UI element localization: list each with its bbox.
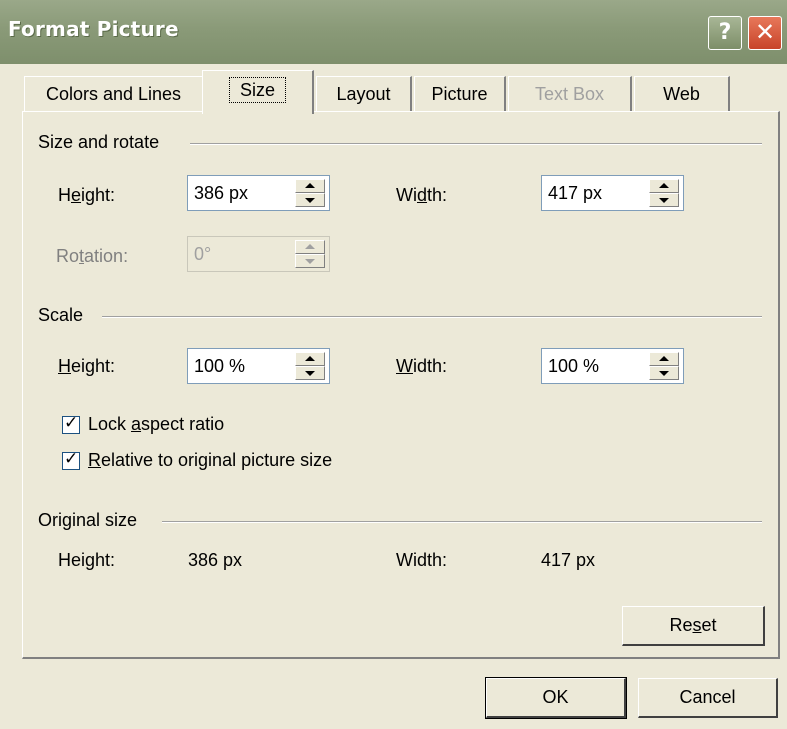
width-value: 417 px bbox=[548, 183, 603, 203]
spinner-arrows bbox=[295, 179, 325, 207]
height-spinner[interactable]: 386 px bbox=[187, 175, 330, 211]
tab-layout[interactable]: Layout bbox=[316, 76, 412, 112]
spinner-arrows bbox=[649, 352, 679, 380]
lock-aspect-checkbox[interactable]: ✓ bbox=[62, 413, 80, 434]
spin-up-button bbox=[295, 240, 325, 254]
arrow-up-icon bbox=[305, 356, 315, 361]
group-divider bbox=[162, 521, 762, 523]
original-width-label: Width: bbox=[396, 550, 448, 570]
rotation-spinner: 0° bbox=[187, 236, 330, 272]
relative-size-label[interactable]: Relative to original picture size bbox=[88, 450, 332, 471]
spin-up-button[interactable] bbox=[649, 352, 679, 366]
title-bar: Format Picture ? ✕ bbox=[0, 0, 787, 64]
arrow-down-icon bbox=[659, 198, 669, 203]
scale-width-spinner[interactable]: 100 % bbox=[541, 348, 684, 384]
size-rotate-group-label: Size and rotate bbox=[38, 132, 160, 152]
reset-button[interactable]: Reset bbox=[622, 606, 765, 646]
tab-label: Size bbox=[228, 77, 286, 103]
tab-label: Colors and Lines bbox=[45, 84, 182, 104]
arrow-up-icon bbox=[659, 356, 669, 361]
rotation-label: Rotation: bbox=[56, 246, 129, 266]
close-button[interactable]: ✕ bbox=[748, 16, 782, 50]
checkmark-icon: ✓ bbox=[64, 413, 79, 433]
tab-label: Picture bbox=[431, 84, 488, 104]
scale-width-label: Width: bbox=[396, 356, 448, 376]
height-label: Height: bbox=[58, 185, 116, 205]
spin-up-button[interactable] bbox=[295, 179, 325, 193]
original-height-label: Height: bbox=[58, 550, 116, 570]
help-button[interactable]: ? bbox=[708, 16, 742, 50]
height-value: 386 px bbox=[194, 183, 249, 203]
arrow-down-icon bbox=[305, 198, 315, 203]
spinner-arrows bbox=[649, 179, 679, 207]
tab-size[interactable]: Size bbox=[202, 70, 314, 114]
arrow-up-icon bbox=[659, 183, 669, 188]
scale-height-label: Height: bbox=[58, 356, 116, 376]
ok-button[interactable]: OK bbox=[485, 677, 627, 719]
tab-web[interactable]: Web bbox=[634, 76, 730, 112]
original-width-value: 417 px bbox=[541, 550, 596, 570]
arrow-up-icon bbox=[305, 183, 315, 188]
rotation-value: 0° bbox=[194, 244, 212, 264]
original-height-value: 386 px bbox=[188, 550, 243, 570]
tab-colors-and-lines[interactable]: Colors and Lines bbox=[24, 76, 204, 112]
dialog-title: Format Picture bbox=[8, 17, 179, 41]
help-icon: ? bbox=[718, 20, 732, 45]
group-divider bbox=[102, 316, 762, 318]
spin-up-button[interactable] bbox=[649, 179, 679, 193]
spin-down-button[interactable] bbox=[649, 193, 679, 207]
spin-down-button[interactable] bbox=[649, 366, 679, 380]
original-size-group-label: Original size bbox=[38, 510, 138, 530]
tab-label: Layout bbox=[336, 84, 391, 104]
relative-size-checkbox[interactable]: ✓ bbox=[62, 449, 80, 470]
spinner-arrows bbox=[295, 240, 325, 268]
tab-label: Web bbox=[663, 84, 700, 104]
arrow-up-icon bbox=[305, 244, 315, 249]
scale-group-label: Scale bbox=[38, 305, 84, 325]
width-spinner[interactable]: 417 px bbox=[541, 175, 684, 211]
checkmark-icon: ✓ bbox=[64, 449, 79, 469]
arrow-down-icon bbox=[305, 371, 315, 376]
arrow-down-icon bbox=[659, 371, 669, 376]
group-divider bbox=[190, 143, 762, 145]
lock-aspect-label[interactable]: Lock aspect ratio bbox=[88, 414, 224, 435]
spin-down-button bbox=[295, 254, 325, 268]
tab-text-box: Text Box bbox=[508, 76, 632, 112]
spin-down-button[interactable] bbox=[295, 366, 325, 380]
tab-label: Text Box bbox=[534, 84, 605, 104]
scale-width-value: 100 % bbox=[548, 356, 600, 376]
scale-height-value: 100 % bbox=[194, 356, 246, 376]
width-label: Width: bbox=[396, 185, 448, 205]
close-icon: ✕ bbox=[754, 18, 776, 46]
spinner-arrows bbox=[295, 352, 325, 380]
spin-down-button[interactable] bbox=[295, 193, 325, 207]
tab-picture[interactable]: Picture bbox=[414, 76, 506, 112]
arrow-down-icon bbox=[305, 259, 315, 264]
cancel-button[interactable]: Cancel bbox=[638, 678, 778, 718]
scale-height-spinner[interactable]: 100 % bbox=[187, 348, 330, 384]
spin-up-button[interactable] bbox=[295, 352, 325, 366]
